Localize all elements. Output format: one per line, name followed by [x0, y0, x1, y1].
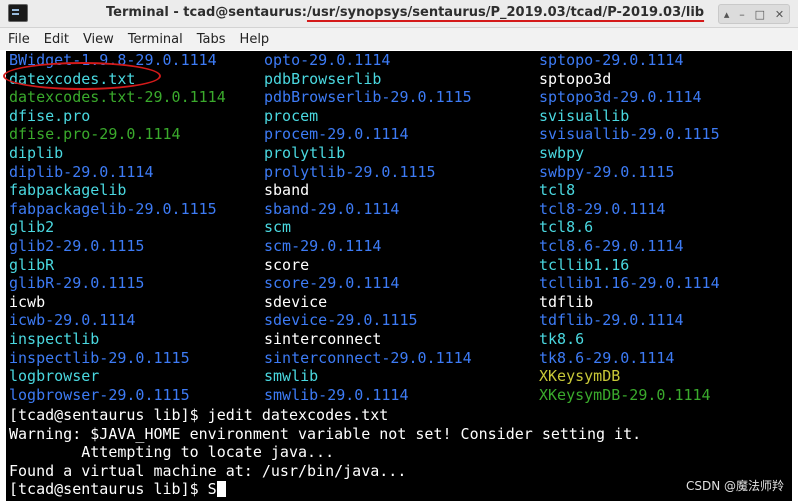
listing-entry: dfise.pro: [9, 106, 91, 125]
listing-entry: tcllib1.16: [539, 255, 630, 274]
listing-entry: procem-29.0.1114: [264, 125, 409, 144]
window-title-prefix: Terminal - tcad@sentaurus:: [106, 5, 307, 20]
prompt-text: [tcad@sentaurus lib]$ S: [9, 480, 217, 498]
listing-entry: sinterconnect-29.0.1114: [264, 348, 472, 367]
listing-entry: swbpy: [539, 144, 585, 162]
listing-entry: sptopo-29.0.1114: [539, 51, 684, 69]
listing-entry: glib2: [9, 218, 55, 237]
listing-entry: fabpackagelib: [9, 181, 127, 200]
prompt-line[interactable]: [tcad@sentaurus lib]$ S: [9, 480, 226, 498]
listing-entry: diplib-29.0.1114: [9, 162, 154, 181]
listing-entry: tcl8.6-29.0.1114: [539, 237, 684, 255]
title-bar[interactable]: Terminal - tcad@sentaurus:/usr/synopsys/…: [0, 0, 798, 28]
listing-entry: tcl8-29.0.1114: [539, 199, 666, 218]
warning-line: Warning: $JAVA_HOME environment variable…: [9, 425, 642, 443]
annotation-oval: [3, 62, 161, 90]
listing-entry: sdevice-29.0.1115: [264, 311, 418, 330]
terminal-app-icon: [8, 4, 28, 22]
maximize-icon[interactable]: □: [755, 8, 765, 21]
listing-entry: logbrowser-29.0.1115: [9, 385, 190, 404]
listing-entry: icwb-29.0.1114: [9, 311, 136, 330]
menu-bar: File Edit View Terminal Tabs Help: [0, 28, 798, 50]
listing-entry: tcllib1.16-29.0.1114: [539, 274, 720, 293]
close-icon[interactable]: ✕: [775, 8, 784, 21]
locating-java-line: Attempting to locate java...: [9, 443, 335, 461]
listing-entry: glibR: [9, 255, 55, 274]
minimize-icon[interactable]: –: [739, 8, 745, 21]
listing-entry: icwb: [9, 292, 46, 311]
listing-entry: svisuallib: [539, 106, 630, 125]
terminal-output[interactable]: BWidget-1.9.8-29.0.1114 opto-29.0.1114 spt…: [6, 51, 792, 501]
listing-entry: sptopo3d-29.0.1114: [539, 88, 702, 107]
listing-entry: scm: [264, 218, 292, 237]
menu-view[interactable]: View: [83, 32, 114, 47]
watermark: CSDN @魔法师羚: [685, 479, 784, 493]
menu-help[interactable]: Help: [240, 32, 270, 47]
listing-entry: sptopo3d: [539, 69, 612, 88]
text-cursor: [216, 481, 226, 497]
menu-file[interactable]: File: [8, 32, 30, 47]
listing-entry: procem: [264, 106, 319, 125]
listing-entry: glibR-29.0.1115: [9, 274, 145, 293]
listing-entry: tk8.6-29.0.1114: [539, 348, 675, 367]
listing-entry: score-29.0.1114: [264, 274, 400, 293]
listing-entry: pdbBrowserlib-29.0.1115: [264, 88, 472, 107]
command-line: [tcad@sentaurus lib]$ jedit datexcodes.t…: [9, 406, 389, 424]
listing-entry: sinterconnect: [264, 330, 382, 348]
listing-entry: fabpackagelib-29.0.1115: [9, 199, 217, 218]
listing-entry: prolytlib-29.0.1115: [264, 162, 436, 181]
listing-entry: glib2-29.0.1115: [9, 237, 145, 255]
listing-entry: tcl8.6: [539, 218, 594, 237]
listing-entry: logbrowser: [9, 367, 100, 386]
listing-entry: sband-29.0.1114: [264, 199, 400, 218]
listing-entry: tdflib-29.0.1114: [539, 311, 684, 330]
window-title: Terminal - tcad@sentaurus:/usr/synopsys/…: [106, 5, 704, 20]
listing-entry: svisuallib-29.0.1115: [539, 125, 720, 144]
listing-entry: datexcodes.txt-29.0.1114: [9, 88, 226, 107]
listing-entry: diplib: [9, 144, 64, 162]
listing-entry: score: [264, 255, 310, 274]
listing-entry: XKeysymDB-29.0.1114: [539, 385, 711, 404]
listing-entry: opto-29.0.1114: [264, 51, 391, 69]
window-title-path: /usr/synopsys/sentaurus/P_2019.03/tcad/P…: [306, 5, 705, 20]
listing-entry: XKeysymDB: [539, 367, 621, 386]
found-vm-line: Found a virtual machine at: /usr/bin/jav…: [9, 462, 407, 480]
listing-entry: swbpy-29.0.1115: [539, 162, 675, 181]
listing-entry: scm-29.0.1114: [264, 237, 382, 255]
window-controls: ▴ – □ ✕: [718, 4, 790, 24]
menu-edit[interactable]: Edit: [44, 32, 69, 47]
listing-entry: tcl8: [539, 181, 576, 200]
listing-entry: dfise.pro-29.0.1114: [9, 125, 181, 144]
listing-entry: pdbBrowserlib: [264, 69, 382, 88]
listing-entry: tk8.6: [539, 330, 585, 348]
listing-entry: prolytlib: [264, 144, 346, 162]
menu-terminal[interactable]: Terminal: [128, 32, 183, 47]
listing-entry: inspectlib: [9, 330, 100, 348]
menu-tabs[interactable]: Tabs: [197, 32, 226, 47]
listing-entry: sdevice: [264, 292, 328, 311]
listing-entry: sband: [264, 181, 310, 200]
roll-up-icon[interactable]: ▴: [724, 8, 730, 21]
listing-entry: smwlib-29.0.1114: [264, 385, 409, 404]
listing-entry: tdflib: [539, 292, 594, 311]
listing-entry: smwlib: [264, 367, 319, 386]
listing-entry: inspectlib-29.0.1115: [9, 348, 190, 367]
